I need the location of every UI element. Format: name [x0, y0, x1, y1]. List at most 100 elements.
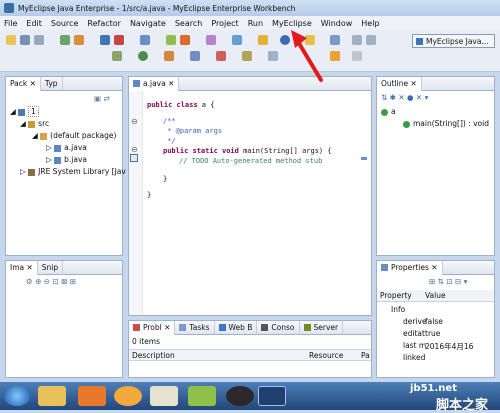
- menu-myeclipse[interactable]: MyEclipse: [272, 19, 312, 28]
- open-type-icon[interactable]: [206, 35, 216, 45]
- tree-jre[interactable]: ▷ JRE System Library [Jav: [20, 167, 126, 176]
- tree-src[interactable]: ◢ src: [20, 119, 49, 128]
- last-edit-icon[interactable]: [352, 51, 362, 61]
- tab-package-explorer[interactable]: Pack ✕: [6, 76, 41, 91]
- outline-toolbar-icons[interactable]: ⇅ ✱ ✕ ● ✕ ▾: [381, 93, 428, 102]
- fold-icon[interactable]: ⊖: [131, 117, 138, 126]
- property-name[interactable]: linked: [403, 353, 425, 362]
- pin-icon[interactable]: [268, 51, 278, 61]
- tab-problems[interactable]: Probl ✕: [129, 320, 176, 335]
- property-name[interactable]: editat: [403, 329, 425, 338]
- menu-navigate[interactable]: Navigate: [130, 19, 166, 28]
- tab-web-browser[interactable]: Web B: [215, 320, 258, 335]
- outline-class[interactable]: a: [381, 107, 396, 116]
- property-value[interactable]: 2016年4月16: [425, 341, 473, 352]
- column-description[interactable]: Description: [132, 351, 175, 360]
- globe-icon: [218, 324, 226, 331]
- code-keyword[interactable]: public static void: [163, 147, 239, 155]
- property-value[interactable]: true: [425, 329, 440, 338]
- outline-method[interactable]: main(String[]) : void: [403, 119, 489, 128]
- forward-icon[interactable]: [366, 35, 376, 45]
- tab-properties[interactable]: Properties ✕: [377, 260, 443, 275]
- tab-console[interactable]: Conso: [257, 320, 300, 335]
- app-icon[interactable]: [226, 386, 254, 406]
- back-icon[interactable]: [352, 35, 362, 45]
- run-as-icon[interactable]: [138, 51, 148, 61]
- code-brace[interactable]: }: [163, 175, 167, 183]
- column-value[interactable]: Value: [425, 291, 446, 300]
- app-icon[interactable]: [150, 386, 178, 406]
- class-icon: [381, 108, 388, 116]
- tab-outline[interactable]: Outline ✕: [377, 76, 422, 91]
- myeclipse-icon[interactable]: [258, 386, 286, 406]
- code-method-signature[interactable]: main(String[] args) {: [239, 147, 332, 155]
- print-icon[interactable]: [34, 35, 44, 45]
- tab-image[interactable]: Ima ✕: [6, 260, 38, 275]
- tab-snippets[interactable]: Snip: [38, 260, 64, 275]
- menu-project[interactable]: Project: [211, 19, 238, 28]
- property-value[interactable]: false: [425, 317, 443, 326]
- code-keyword[interactable]: public class: [147, 101, 198, 109]
- properties-toolbar-icons[interactable]: ⊞ ⇅ ⊡ ⊟ ▾: [429, 277, 467, 286]
- tab-a-java[interactable]: a.java ✕: [129, 76, 180, 91]
- explorer-icon[interactable]: [38, 386, 66, 406]
- task-marker-icon[interactable]: [130, 154, 138, 162]
- column-path[interactable]: Pa: [361, 351, 370, 360]
- new-project-icon[interactable]: [60, 35, 70, 45]
- bookmark-icon[interactable]: [242, 51, 252, 61]
- code-javadoc[interactable]: /**: [163, 117, 176, 125]
- save-icon[interactable]: [20, 35, 30, 45]
- code-comment[interactable]: // TODO Auto-generated method stub: [179, 157, 322, 165]
- deploy-icon[interactable]: [100, 35, 110, 45]
- server-icon[interactable]: [114, 35, 124, 45]
- menu-search[interactable]: Search: [175, 19, 202, 28]
- zoom-icons[interactable]: ⚙ ⊕ ⊖ ⊡ ⊠ ⊞: [26, 277, 76, 286]
- tab-type-hierarchy[interactable]: Typ: [41, 76, 63, 91]
- menu-source[interactable]: Source: [51, 19, 78, 28]
- code-javadoc[interactable]: */: [163, 137, 175, 145]
- code-class-name[interactable]: a {: [198, 101, 215, 109]
- collapse-all-icon[interactable]: ▣ ⇄: [94, 94, 110, 103]
- properties-view: Properties ✕ ⊞ ⇅ ⊡ ⊟ ▾ Property Value In…: [376, 260, 495, 378]
- menu-file[interactable]: File: [4, 19, 17, 28]
- build-icon[interactable]: [112, 51, 122, 61]
- annotation-icon[interactable]: [258, 35, 268, 45]
- tree-file-b[interactable]: ▷ b.java: [46, 155, 87, 164]
- menu-run[interactable]: Run: [248, 19, 263, 28]
- properties-section[interactable]: Info: [391, 305, 405, 314]
- media-player-icon[interactable]: [78, 386, 106, 406]
- property-name[interactable]: derive: [403, 317, 427, 326]
- tab-tasks[interactable]: Tasks: [175, 320, 215, 335]
- tree-default-package[interactable]: ◢ (default package): [32, 131, 116, 140]
- open-resource-icon[interactable]: [190, 51, 200, 61]
- browser-icon[interactable]: [140, 35, 150, 45]
- new-package-icon[interactable]: [74, 35, 84, 45]
- code-brace[interactable]: }: [147, 191, 151, 199]
- menu-refactor[interactable]: Refactor: [87, 19, 121, 28]
- run-icon[interactable]: [166, 35, 176, 45]
- search-icon[interactable]: [232, 35, 242, 45]
- app-icon[interactable]: [188, 386, 216, 406]
- tree-file-a[interactable]: ▷ a.java: [46, 143, 87, 152]
- menu-window[interactable]: Window: [321, 19, 353, 28]
- fold-icon[interactable]: ⊖: [131, 145, 138, 154]
- tab-servers[interactable]: Server: [300, 320, 344, 335]
- menu-help[interactable]: Help: [361, 19, 379, 28]
- task-icon[interactable]: [216, 51, 226, 61]
- source-folder-icon: [28, 120, 36, 128]
- browser-icon[interactable]: [114, 386, 142, 406]
- project-icon: [18, 108, 26, 116]
- column-resource[interactable]: Resource: [309, 351, 343, 360]
- column-property[interactable]: Property: [380, 291, 412, 300]
- menu-edit[interactable]: Edit: [26, 19, 42, 28]
- code-javadoc[interactable]: * @param args: [163, 127, 222, 135]
- start-button[interactable]: [4, 386, 30, 406]
- tree-project[interactable]: ◢ 1: [10, 106, 39, 117]
- editor: a.java ✕ ⊖ ⊖ public class a { /** * @par…: [128, 76, 372, 316]
- overview-marker[interactable]: [361, 157, 367, 160]
- perspective-switcher[interactable]: MyEclipse Java...: [412, 34, 495, 48]
- property-name[interactable]: last m: [403, 341, 426, 350]
- new-icon[interactable]: [6, 35, 16, 45]
- debug-icon[interactable]: [180, 35, 190, 45]
- external-tools-icon[interactable]: [164, 51, 174, 61]
